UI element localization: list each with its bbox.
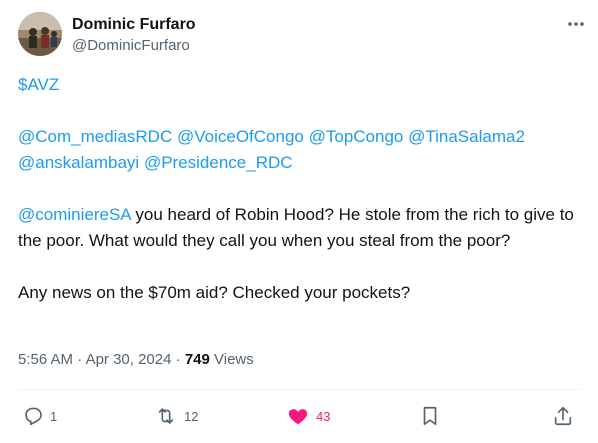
retweet-icon <box>158 408 174 424</box>
bookmark-button[interactable] <box>420 402 440 430</box>
mention-link[interactable]: @TopCongo <box>309 127 404 146</box>
views-label: Views <box>214 351 254 368</box>
like-count: 43 <box>316 408 331 424</box>
tweet-paragraph-aid: Any news on the $70m aid? Checked your p… <box>18 280 583 306</box>
views-count: 749 <box>184 351 210 368</box>
mention-link[interactable]: @Presidence_RDC <box>144 153 293 172</box>
tweet-paragraph-cashtag: $AVZ <box>18 72 583 98</box>
bookmark-icon <box>423 406 437 426</box>
mention-link[interactable]: @Com_mediasRDC <box>18 127 172 146</box>
tweet-meta: 5:56 AM · Apr 30, 2024 · 749 Views <box>18 350 254 370</box>
mention-link[interactable]: @TinaSalama2 <box>408 127 525 146</box>
author-handle[interactable]: @DominicFurfaro <box>72 36 196 56</box>
reply-icon <box>25 407 42 426</box>
reply-button[interactable]: 1 <box>22 402 57 430</box>
retweet-count: 12 <box>184 408 199 424</box>
avatar[interactable] <box>18 12 62 56</box>
mention-link[interactable]: @VoiceOfCongo <box>177 127 304 146</box>
tweet-paragraph-mentions: @Com_mediasRDC @VoiceOfCongo @TopCongo @… <box>18 124 583 176</box>
share-button[interactable] <box>552 402 574 430</box>
mention-link[interactable]: @cominiereSA <box>18 205 131 224</box>
share-icon <box>554 406 572 426</box>
heart-icon <box>288 409 308 425</box>
like-button[interactable]: 43 <box>286 402 330 430</box>
action-bar: 1 12 43 <box>18 402 578 430</box>
tweet-time[interactable]: 5:56 AM <box>18 351 73 368</box>
meta-separator: · <box>171 351 185 368</box>
tweet-date[interactable]: Apr 30, 2024 <box>86 351 172 368</box>
cashtag-link[interactable]: $AVZ <box>18 75 59 94</box>
mention-link[interactable]: @anskalambayi <box>18 153 139 172</box>
divider <box>18 389 580 390</box>
meta-separator: · <box>73 351 86 368</box>
tweet-text-segment: Any news on the $70m aid? Checked your p… <box>18 283 411 302</box>
reply-count: 1 <box>50 408 58 424</box>
author-display-name[interactable]: Dominic Furfaro <box>72 15 196 35</box>
tweet-text: $AVZ @Com_mediasRDC @VoiceOfCongo @TopCo… <box>18 72 583 306</box>
more-icon <box>568 22 584 26</box>
tweet-header: Dominic Furfaro @DominicFurfaro <box>18 12 588 58</box>
more-options-button[interactable] <box>564 14 588 34</box>
tweet-paragraph-robin-hood: @cominiereSA you heard of Robin Hood? He… <box>18 202 583 254</box>
retweet-button[interactable]: 12 <box>154 402 198 430</box>
